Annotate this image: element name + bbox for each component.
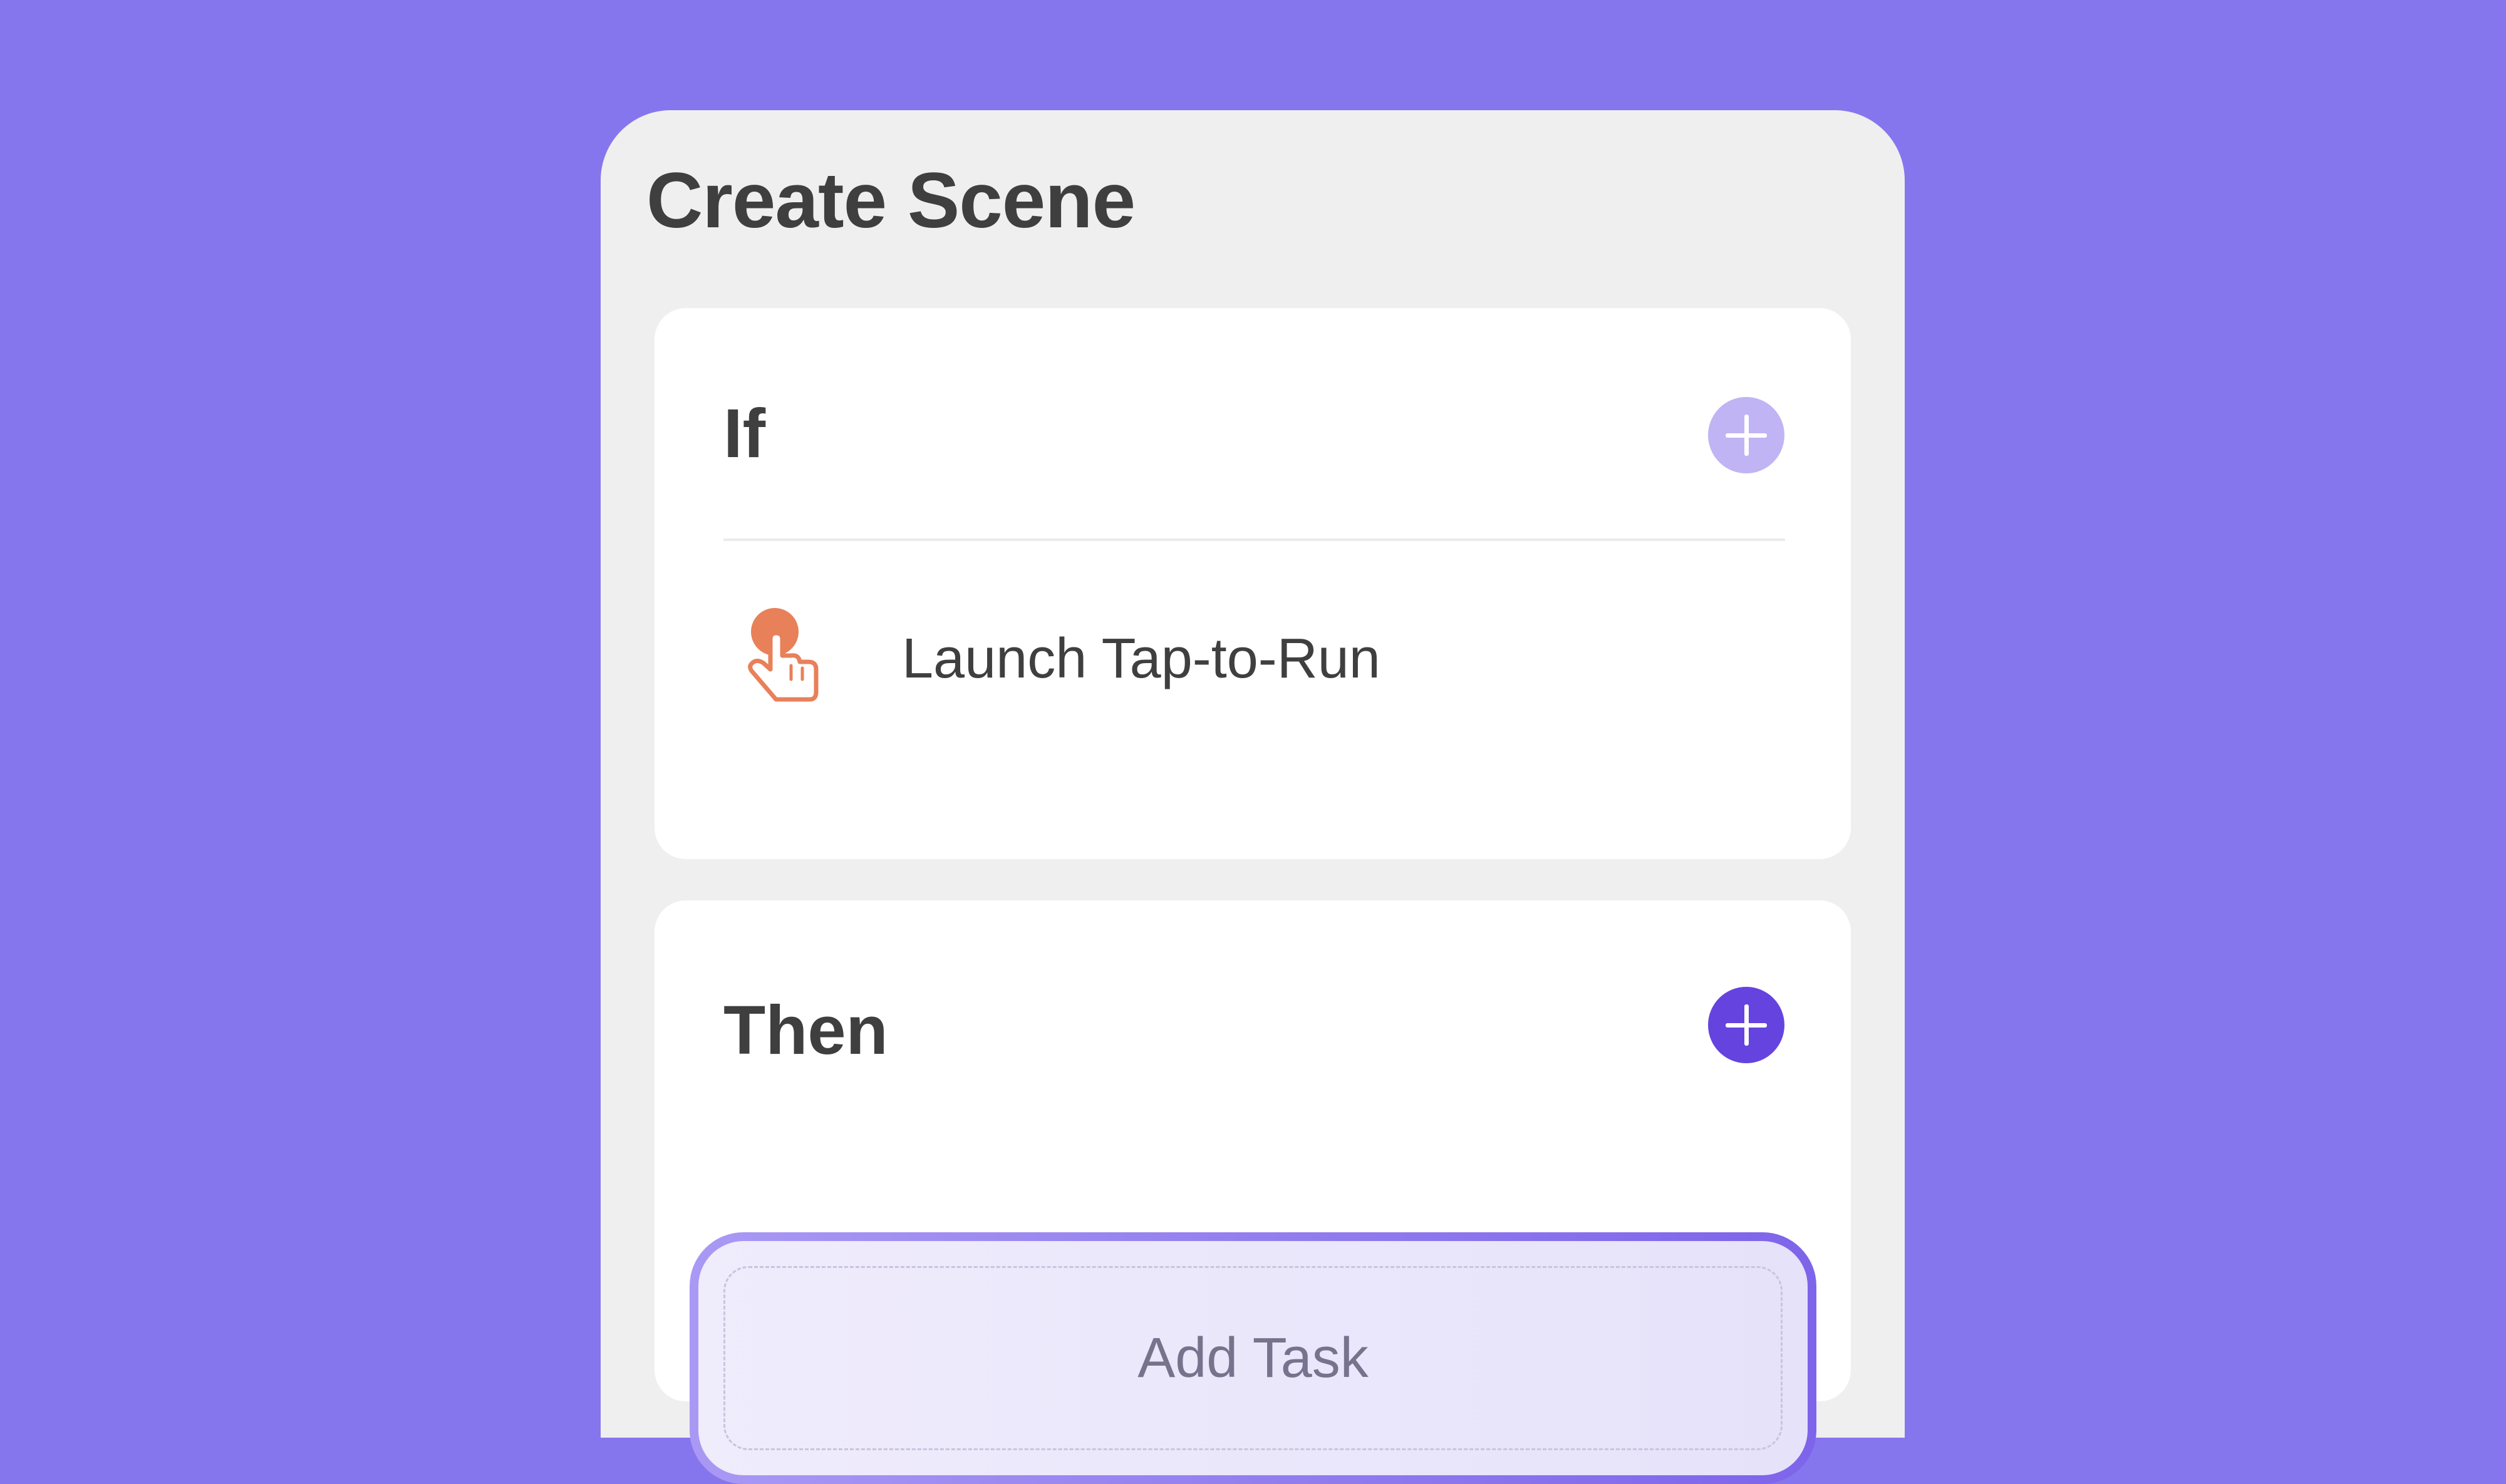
add-task-dashed-box: Add Task xyxy=(723,1266,1783,1450)
if-section-title: If xyxy=(723,395,766,472)
condition-item[interactable]: Launch Tap-to-Run xyxy=(723,596,1785,721)
if-card: If Launch Tap-to-Run xyxy=(655,308,1851,859)
plus-icon xyxy=(1726,1004,1767,1046)
page-title: Create Scene xyxy=(646,157,1136,244)
add-task-label: Add Task xyxy=(1137,1326,1369,1389)
then-card: Then Add Task xyxy=(655,900,1851,1484)
condition-label: Launch Tap-to-Run xyxy=(902,627,1380,690)
add-condition-button[interactable] xyxy=(1708,397,1784,473)
create-scene-panel: Create Scene If Launch Tap-to-Run Then A… xyxy=(601,110,1905,1484)
divider xyxy=(723,538,1785,541)
add-action-button[interactable] xyxy=(1708,987,1784,1063)
add-task-button[interactable]: Add Task xyxy=(690,1232,1816,1484)
then-section-title: Then xyxy=(723,992,888,1069)
add-task-area: Add Task xyxy=(698,1241,1808,1475)
plus-icon xyxy=(1726,415,1767,456)
tap-hand-icon xyxy=(748,608,819,702)
